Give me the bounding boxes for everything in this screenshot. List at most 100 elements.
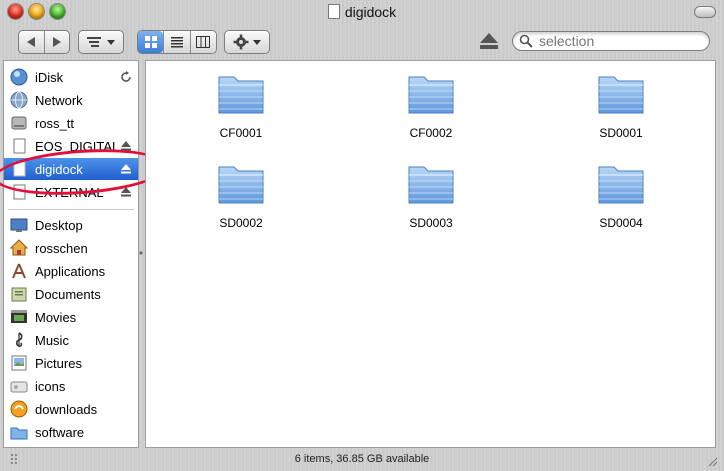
icon-view-button[interactable] bbox=[138, 31, 164, 53]
folder-item[interactable]: SD0001 bbox=[576, 71, 666, 140]
pictures-icon bbox=[9, 354, 29, 372]
folder-item[interactable]: CF0001 bbox=[196, 71, 286, 140]
folder-icon bbox=[9, 423, 29, 441]
back-forward-control bbox=[18, 30, 70, 54]
title-bar: digidock bbox=[0, 0, 724, 26]
folder-icon bbox=[9, 377, 29, 395]
sidebar-item-label: EOS_DIGITAL bbox=[35, 138, 120, 154]
folder-name: SD0002 bbox=[219, 216, 263, 230]
sidebar-item-eos-digital[interactable]: EOS_DIGITAL bbox=[4, 135, 138, 157]
sidebar-item-software[interactable]: software bbox=[4, 421, 138, 443]
sidebar-item-label: ross_tt bbox=[35, 115, 75, 131]
action-menu-button[interactable] bbox=[224, 30, 270, 54]
sidebar-item-label: Applications bbox=[35, 263, 106, 279]
folder-name: SD0003 bbox=[409, 216, 453, 230]
gear-icon bbox=[233, 34, 249, 50]
folder-item[interactable]: SD0004 bbox=[576, 161, 666, 230]
search-field[interactable] bbox=[512, 31, 710, 51]
eject-icon[interactable] bbox=[120, 140, 132, 152]
folder-icon bbox=[408, 166, 454, 204]
toolbar-toggle-button[interactable] bbox=[694, 6, 716, 18]
sidebar-item-label: Movies bbox=[35, 309, 77, 325]
sidebar-splitter[interactable] bbox=[138, 60, 144, 446]
folder-icon bbox=[218, 76, 264, 114]
window-resize-handle[interactable] bbox=[706, 454, 718, 467]
sidebar-item-label: icons bbox=[35, 378, 66, 394]
desktop-icon bbox=[9, 216, 29, 234]
sidebar-item-label: Pictures bbox=[35, 355, 82, 371]
sidebar-item-applications[interactable]: Applications bbox=[4, 260, 138, 282]
sidebar-item-label: Desktop bbox=[35, 217, 83, 233]
folder-icon bbox=[408, 76, 454, 114]
sidebar-item-documents[interactable]: Documents bbox=[4, 283, 138, 305]
window-title: digidock bbox=[0, 4, 724, 20]
drive-icon bbox=[327, 4, 340, 19]
forward-button[interactable] bbox=[43, 31, 70, 53]
magnifier-icon bbox=[519, 34, 533, 48]
eject-toolbar-button[interactable] bbox=[478, 30, 500, 52]
icon-view-icon bbox=[144, 36, 157, 48]
sidebar-item-label: EXTERNAL bbox=[35, 184, 104, 200]
back-arrow-icon bbox=[27, 37, 36, 47]
list-view-button[interactable] bbox=[163, 31, 189, 53]
status-text: 6 items, 36.85 GB available bbox=[294, 452, 430, 465]
window-title-text: digidock bbox=[344, 4, 397, 20]
file-browser-area: CF0001 CF0002 SD0001 SD0002 SD0003 SD0004 bbox=[145, 60, 716, 448]
sidebar-item-label: rosschen bbox=[35, 240, 88, 256]
movies-icon bbox=[9, 308, 29, 326]
removable-disk-icon bbox=[9, 137, 29, 155]
column-view-button[interactable] bbox=[189, 31, 216, 53]
folder-icon bbox=[218, 166, 264, 204]
folder-name: CF0002 bbox=[409, 126, 453, 140]
column-view-icon bbox=[196, 36, 211, 48]
sidebar-item-label: iDisk bbox=[35, 69, 64, 85]
sidebar-item-label: Documents bbox=[35, 286, 101, 302]
sidebar-item-pictures[interactable]: Pictures bbox=[4, 352, 138, 374]
status-bar: 6 items, 36.85 GB available bbox=[0, 446, 724, 471]
sidebar-item-icons[interactable]: icons bbox=[4, 375, 138, 397]
idisk-icon bbox=[9, 68, 29, 86]
documents-icon bbox=[9, 285, 29, 303]
sync-icon[interactable] bbox=[120, 71, 132, 83]
sidebar-item-downloads[interactable]: downloads bbox=[4, 398, 138, 420]
folder-item[interactable]: SD0003 bbox=[386, 161, 476, 230]
sidebar-item-desktop[interactable]: Desktop bbox=[4, 214, 138, 236]
eject-icon[interactable] bbox=[120, 186, 132, 198]
folder-icon bbox=[598, 166, 644, 204]
eject-icon bbox=[480, 33, 498, 49]
view-mode-control bbox=[137, 30, 217, 54]
sidebar-item-music[interactable]: Music bbox=[4, 329, 138, 351]
removable-disk-icon bbox=[9, 183, 29, 201]
downloads-icon bbox=[9, 400, 29, 418]
sidebar-item-label: digidock bbox=[35, 161, 83, 177]
folder-name: CF0001 bbox=[219, 126, 263, 140]
folder-item[interactable]: CF0002 bbox=[386, 71, 476, 140]
sidebar-item-idisk[interactable]: iDisk bbox=[4, 66, 138, 88]
folder-item[interactable]: SD0002 bbox=[196, 161, 286, 230]
sidebar-item-label: downloads bbox=[35, 401, 98, 417]
sidebar-item-ross-tt[interactable]: ross_tt bbox=[4, 112, 138, 134]
sidebar-item-rosschen[interactable]: rosschen bbox=[4, 237, 138, 259]
folder-name: SD0001 bbox=[599, 126, 643, 140]
sidebar-item-external[interactable]: EXTERNAL bbox=[4, 181, 138, 203]
back-button[interactable] bbox=[19, 31, 44, 53]
arrange-button[interactable] bbox=[78, 30, 124, 54]
removable-disk-icon bbox=[9, 160, 29, 178]
hard-drive-icon bbox=[9, 114, 29, 132]
sidebar-item-digidock[interactable]: digidock bbox=[4, 158, 138, 180]
sidebar-item-movies[interactable]: Movies bbox=[4, 306, 138, 328]
sidebar-item-network[interactable]: Network bbox=[4, 89, 138, 111]
sidebar-divider bbox=[8, 209, 134, 210]
eject-icon[interactable] bbox=[120, 163, 132, 175]
folder-name: SD0004 bbox=[599, 216, 643, 230]
arrange-icon bbox=[87, 37, 101, 47]
search-input[interactable] bbox=[537, 32, 701, 50]
chevron-down-icon bbox=[253, 39, 261, 45]
sidebar-resize-grip[interactable] bbox=[10, 452, 20, 464]
music-icon bbox=[9, 331, 29, 349]
sidebar-item-label: Music bbox=[35, 332, 69, 348]
sidebar-item-label: Network bbox=[35, 92, 83, 108]
network-globe-icon bbox=[9, 91, 29, 109]
forward-arrow-icon bbox=[52, 37, 61, 47]
sidebar-item-label: software bbox=[35, 424, 85, 440]
